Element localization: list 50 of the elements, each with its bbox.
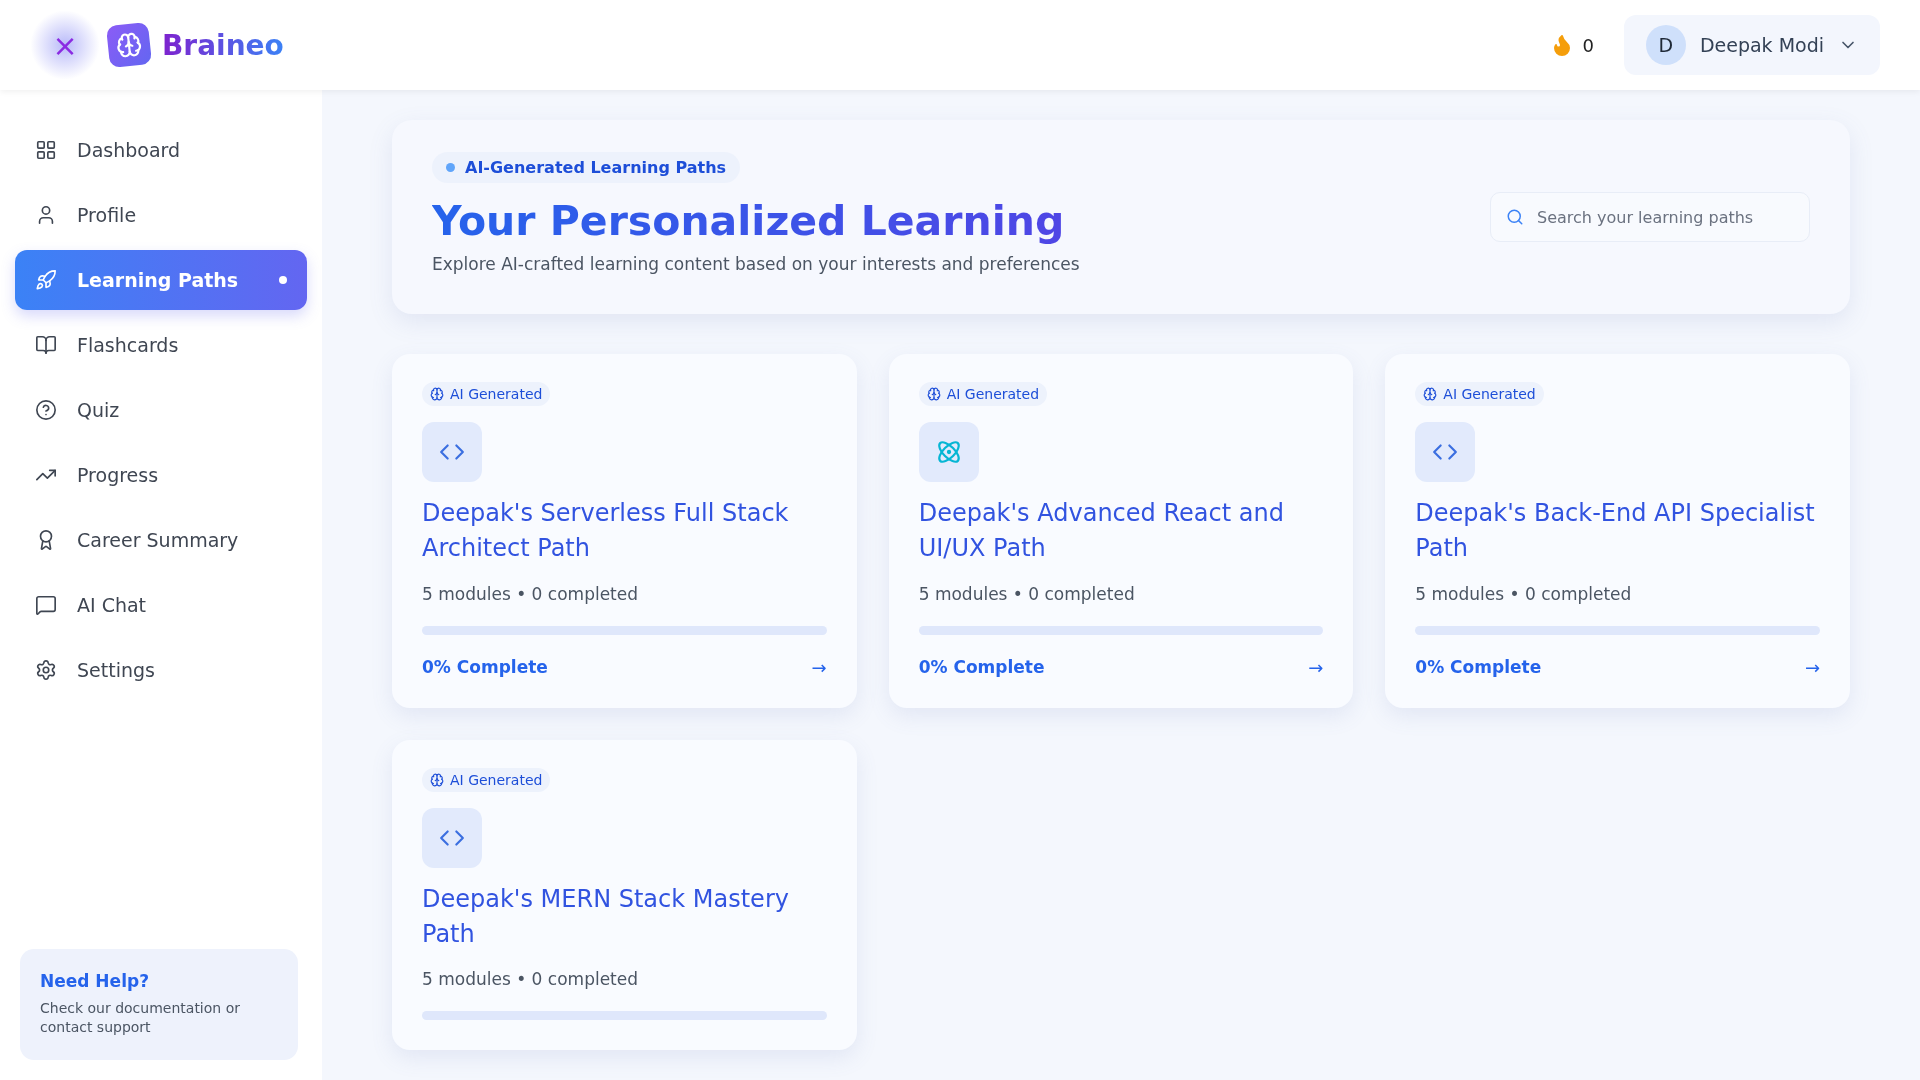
path-meta: 5 modules • 0 completed (1415, 583, 1632, 604)
open-arrow-link[interactable]: → (1308, 656, 1324, 678)
sidebar-item[interactable]: Progress (15, 445, 307, 505)
avatar: D (1645, 25, 1686, 65)
sidebar-item[interactable]: Profile (15, 185, 307, 245)
sidebar-item[interactable]: AI Chat (15, 575, 307, 635)
book-icon (35, 334, 57, 356)
sidebar-item[interactable]: Flashcards (15, 315, 307, 375)
sidebar-item[interactable]: Settings (15, 640, 307, 700)
path-title: Deepak's MERN Stack Mastery Path (422, 883, 790, 950)
close-button[interactable]: × (30, 10, 100, 80)
open-arrow-link[interactable]: → (1804, 656, 1820, 678)
path-title: Deepak's Back-End API Specialist Path (1415, 498, 1816, 564)
question-icon (35, 399, 57, 421)
sidebar-item[interactable]: Career Summary (15, 510, 307, 570)
path-card[interactable]: AI Generated Deepak's Serverless Full Stack Architect Path 5 modules • 0 completed 0% Complete → (392, 354, 857, 708)
path-meta: 5 modules • 0 completed (422, 969, 639, 990)
ai-badge: AI Generated (422, 382, 551, 407)
streak-count: 0 (1582, 34, 1594, 56)
sidebar-item[interactable]: Quiz (15, 380, 307, 440)
rocket-icon (35, 269, 57, 291)
path-title: Deepak's Advanced React and UI/UX Path (918, 498, 1285, 564)
progress-text: 0% Complete (1415, 657, 1542, 678)
search-icon (1506, 208, 1524, 226)
path-meta: 5 modules • 0 completed (422, 583, 639, 604)
open-arrow-link[interactable]: → (811, 656, 827, 678)
path-card[interactable]: AI Generated Deepak's MERN Stack Mastery Path 5 modules • 0 completed (392, 739, 857, 1051)
ai-badge: AI Generated (422, 767, 551, 792)
help-title: Need Help? (40, 970, 150, 991)
progress-text: 0% Complete (918, 657, 1045, 678)
search-field[interactable]: Search your learning paths (1490, 192, 1810, 242)
user-menu-button[interactable]: D Deepak Modi (1623, 15, 1880, 75)
atom-icon (935, 439, 962, 466)
dashboard-icon (35, 139, 57, 161)
chat-icon (35, 594, 57, 616)
brain-logo-icon (105, 21, 153, 69)
page-subtitle: Explore AI-crafted learning content based on your interests and preferences (432, 254, 1080, 275)
progress-text: 0% Complete (422, 657, 548, 678)
path-title: Deepak's Serverless Full Stack Architect Path (422, 498, 790, 564)
settings-icon (35, 659, 57, 681)
hero-badge: AI-Generated Learning Paths (432, 152, 741, 183)
path-card[interactable]: AI Generated Deepak's Back-End API Specialist Path 5 modules • 0 completed 0% Complete → (1385, 354, 1850, 708)
ai-badge: AI Generated (1415, 382, 1544, 407)
sidebar-item[interactable]: Learning Paths (15, 250, 307, 310)
ai-badge: AI Generated (918, 382, 1048, 407)
path-card[interactable]: AI Generated Deepak's Advanced React and UI/UX Path 5 modules • 0 completed 0% Complete → (888, 354, 1354, 708)
path-meta: 5 modules • 0 completed (918, 583, 1135, 604)
active-dot (279, 276, 287, 284)
sidebar-item[interactable]: Dashboard (15, 120, 307, 180)
help-text: Check our documentation or contact support (40, 998, 241, 1038)
